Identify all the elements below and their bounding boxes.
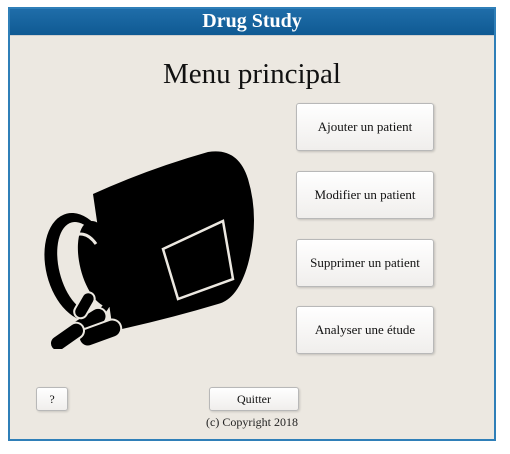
- window-title: Drug Study: [10, 9, 494, 36]
- edit-patient-button[interactable]: Modifier un patient: [296, 171, 434, 219]
- app-window: Drug Study Menu principal Ajouter un pat…: [8, 7, 496, 441]
- page-title: Menu principal: [163, 58, 341, 90]
- analyze-study-button[interactable]: Analyser une étude: [296, 306, 434, 354]
- quit-button[interactable]: Quitter: [209, 387, 299, 411]
- help-button[interactable]: ?: [36, 387, 68, 411]
- copyright-text: (c) Copyright 2018: [206, 415, 298, 429]
- pill-bottle-icon: [38, 149, 268, 354]
- add-patient-button[interactable]: Ajouter un patient: [296, 103, 434, 151]
- delete-patient-button[interactable]: Supprimer un patient: [296, 239, 434, 287]
